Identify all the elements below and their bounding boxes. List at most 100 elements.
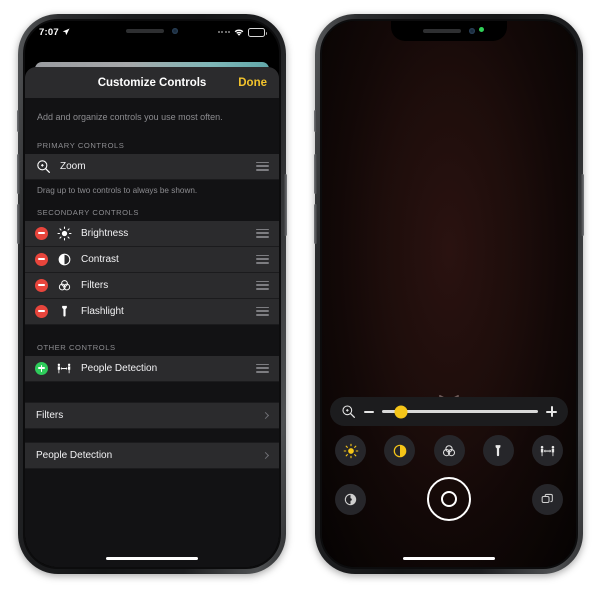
page-title: Customize Controls <box>97 76 207 89</box>
people-detection-tool-button[interactable] <box>532 435 563 466</box>
drag-handle-icon[interactable] <box>256 306 269 316</box>
section-header-primary: PRIMARY CONTROLS <box>37 140 125 150</box>
power-button[interactable] <box>284 174 287 236</box>
right-phone-bezel <box>320 19 578 569</box>
done-button[interactable]: Done <box>238 77 267 89</box>
nav-row-people-detection[interactable]: People Detection <box>25 441 279 469</box>
nav-row-filters[interactable]: Filters <box>25 401 279 429</box>
magnifier-tool-row <box>330 435 568 466</box>
control-row-filters[interactable]: Filters <box>25 272 279 299</box>
section-header-other: OTHER CONTROLS <box>37 342 116 352</box>
list-gap-2 <box>25 428 279 442</box>
drag-handle-icon[interactable] <box>256 228 269 238</box>
list-gap <box>25 381 279 402</box>
filters-venn-icon <box>441 443 457 459</box>
brightness-sun-icon <box>56 225 72 241</box>
flashlight-icon <box>490 443 506 459</box>
silence-switch[interactable] <box>17 110 20 132</box>
people-detection-icon <box>539 443 556 459</box>
drag-handle-icon[interactable] <box>256 254 269 264</box>
volume-down-button[interactable] <box>314 204 317 244</box>
status-bar: 7:07 <box>25 21 279 43</box>
drag-handle-icon[interactable] <box>256 161 269 171</box>
zoom-slider-knob[interactable] <box>394 405 408 418</box>
volume-down-button[interactable] <box>17 204 20 244</box>
front-camera-icon <box>469 28 475 34</box>
control-row-brightness[interactable]: Brightness <box>25 220 279 247</box>
remove-filters-button[interactable] <box>35 278 48 292</box>
control-row-people-detection[interactable]: People Detection <box>25 355 279 382</box>
flashlight-tool-button[interactable] <box>482 435 514 466</box>
wifi-icon <box>233 28 245 37</box>
magnifier-plus-icon <box>341 404 356 419</box>
status-time-group: 7:07 <box>39 27 109 38</box>
notch <box>391 21 507 41</box>
volume-up-button[interactable] <box>314 154 317 194</box>
battery-icon <box>248 27 267 37</box>
intro-description: Add and organize controls you use most o… <box>37 112 223 122</box>
control-label: Zoom <box>60 160 86 172</box>
zoom-slider-track[interactable] <box>382 405 538 418</box>
control-row-contrast[interactable]: Contrast <box>25 246 279 273</box>
silence-switch[interactable] <box>314 110 317 132</box>
drag-handle-icon[interactable] <box>256 363 269 373</box>
filters-tool-button[interactable] <box>433 435 465 466</box>
left-phone-device: 7:07 Customize Controls Done Add and org… <box>17 14 287 574</box>
drag-handle-icon[interactable] <box>256 280 269 290</box>
control-label: Brightness <box>81 227 129 239</box>
people-detection-icon <box>56 360 72 376</box>
magnifier-controls-panel <box>330 397 568 521</box>
chevron-right-icon <box>261 411 270 419</box>
screenshot-stage: 7:07 Customize Controls Done Add and org… <box>0 0 600 591</box>
zoom-increase-button[interactable] <box>546 406 557 417</box>
remove-flashlight-button[interactable] <box>35 304 48 318</box>
control-label: Flashlight <box>81 305 124 317</box>
multi-window-button[interactable] <box>532 483 563 515</box>
primary-hint-text: Drag up to two controls to always be sho… <box>25 179 279 203</box>
chevron-right-icon <box>261 451 270 459</box>
contrast-circle-icon <box>56 251 72 267</box>
remove-contrast-button[interactable] <box>35 252 48 266</box>
shutter-inner-ring <box>441 491 457 507</box>
location-arrow-icon <box>62 28 70 36</box>
left-phone-screen: 7:07 Customize Controls Done Add and org… <box>25 21 279 567</box>
status-time: 7:07 <box>39 26 59 38</box>
section-header-secondary: SECONDARY CONTROLS <box>37 207 140 217</box>
sheet-body: Add and organize controls you use most o… <box>25 98 279 567</box>
volume-up-button[interactable] <box>17 154 20 194</box>
contrast-circle-icon <box>392 443 408 459</box>
control-label: People Detection <box>81 362 158 374</box>
status-indicators <box>217 27 267 37</box>
multi-window-icon <box>540 492 555 507</box>
sheet-header: Customize Controls Done <box>25 67 279 98</box>
left-phone-bezel: 7:07 Customize Controls Done Add and org… <box>23 19 281 569</box>
power-button[interactable] <box>581 174 584 236</box>
filters-venn-icon <box>56 277 72 293</box>
nav-label: People Detection <box>36 449 113 461</box>
shutter-button[interactable] <box>427 477 471 521</box>
section-gap <box>25 324 279 338</box>
nav-label: Filters <box>36 409 64 421</box>
zoom-slider-bar <box>330 397 568 426</box>
control-row-flashlight[interactable]: Flashlight <box>25 298 279 325</box>
magnifier-camera-view <box>322 21 576 567</box>
magnifier-action-row <box>330 477 568 521</box>
brightness-tool-button[interactable] <box>335 435 366 466</box>
contrast-tool-button[interactable] <box>384 435 416 466</box>
cellular-dots-icon <box>217 31 230 33</box>
home-indicator[interactable] <box>403 556 495 560</box>
brightness-sun-icon <box>343 443 359 459</box>
remove-brightness-button[interactable] <box>35 226 48 240</box>
settings-contrast-icon <box>343 492 358 507</box>
right-phone-device <box>314 14 584 574</box>
control-label: Contrast <box>81 253 119 265</box>
earpiece-speaker <box>423 29 461 33</box>
flashlight-icon <box>56 303 72 319</box>
magnifier-plus-icon <box>35 158 51 174</box>
add-people-detection-button[interactable] <box>35 361 48 375</box>
home-indicator[interactable] <box>106 556 198 560</box>
control-row-zoom[interactable]: Zoom <box>25 153 279 180</box>
zoom-decrease-button[interactable] <box>364 410 374 413</box>
settings-button[interactable] <box>335 483 366 515</box>
control-label: Filters <box>81 279 109 291</box>
